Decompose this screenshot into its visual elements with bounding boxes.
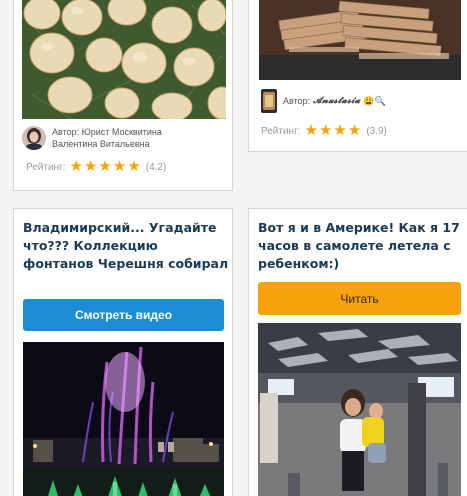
star-icon: ★ xyxy=(98,158,112,175)
star-icon: ★ xyxy=(112,158,127,175)
article-thumbnail[interactable] xyxy=(258,323,461,496)
article-thumbnail[interactable] xyxy=(259,0,461,80)
author-name[interactable]: Юрист Москвитина xyxy=(82,127,162,137)
read-button[interactable]: Читать xyxy=(258,282,461,315)
article-title[interactable]: Вот я и в Америке! Как я 17 часов в само… xyxy=(258,219,464,273)
rating-label: Рейтинг: xyxy=(26,161,66,173)
author-name-line2[interactable]: Валентина Витальевна xyxy=(52,138,162,150)
feed-page: Автор: Юрист Москвитина Валентина Виталь… xyxy=(0,0,467,496)
author-byline: Автор: 𝓐𝓷𝓪𝓼𝓽𝓪𝓼𝓲𝓪 😩🔍 xyxy=(283,95,386,107)
star-icon: ★ xyxy=(69,158,83,175)
rating: Рейтинг: ★ ★ ★ ★ ★ (4.2) xyxy=(26,158,167,175)
star-icon: ★ xyxy=(83,158,98,175)
rating-label: Рейтинг: xyxy=(261,125,301,137)
article-thumbnail[interactable] xyxy=(22,0,226,119)
author-name[interactable]: 𝓐𝓷𝓪𝓼𝓽𝓪𝓼𝓲𝓪 xyxy=(313,95,360,107)
star-icon: ★ xyxy=(304,122,318,139)
article-title[interactable]: Владимирский... Угадайте что??? Коллекци… xyxy=(23,219,229,273)
rating-value: (4.2) xyxy=(145,161,167,173)
author-info: Автор: Юрист Москвитина Валентина Виталь… xyxy=(22,126,162,150)
star-icon: ★ xyxy=(333,122,347,139)
author-label: Автор: xyxy=(283,96,311,106)
rating-value: (3.9) xyxy=(366,125,387,137)
video-card[interactable]: Владимирский... Угадайте что??? Коллекци… xyxy=(13,208,233,496)
star-icon: ★ xyxy=(318,122,333,139)
rating: Рейтинг: ★ ★ ★ ★ (3.9) xyxy=(261,122,387,139)
watch-video-button[interactable]: Смотреть видео xyxy=(23,299,224,331)
author-avatar[interactable] xyxy=(261,89,277,113)
author-avatar[interactable] xyxy=(22,126,46,150)
star-icon: ★ xyxy=(347,122,362,139)
emoji-icon: 😩🔍 xyxy=(363,96,386,106)
video-thumbnail[interactable] xyxy=(23,342,224,496)
article-card[interactable]: Вот я и в Америке! Как я 17 часов в само… xyxy=(248,208,467,496)
article-card[interactable]: Автор: Юрист Москвитина Валентина Виталь… xyxy=(13,0,233,191)
article-card[interactable]: Автор: 𝓐𝓷𝓪𝓼𝓽𝓪𝓼𝓲𝓪 😩🔍 Рейтинг: ★ ★ ★ ★ (3.… xyxy=(248,0,467,152)
star-icon: ★ xyxy=(127,158,141,175)
author-byline: Автор: Юрист Москвитина Валентина Виталь… xyxy=(52,126,162,150)
author-info: Автор: 𝓐𝓷𝓪𝓼𝓽𝓪𝓼𝓲𝓪 😩🔍 xyxy=(261,89,386,113)
author-label: Автор: xyxy=(52,127,80,137)
